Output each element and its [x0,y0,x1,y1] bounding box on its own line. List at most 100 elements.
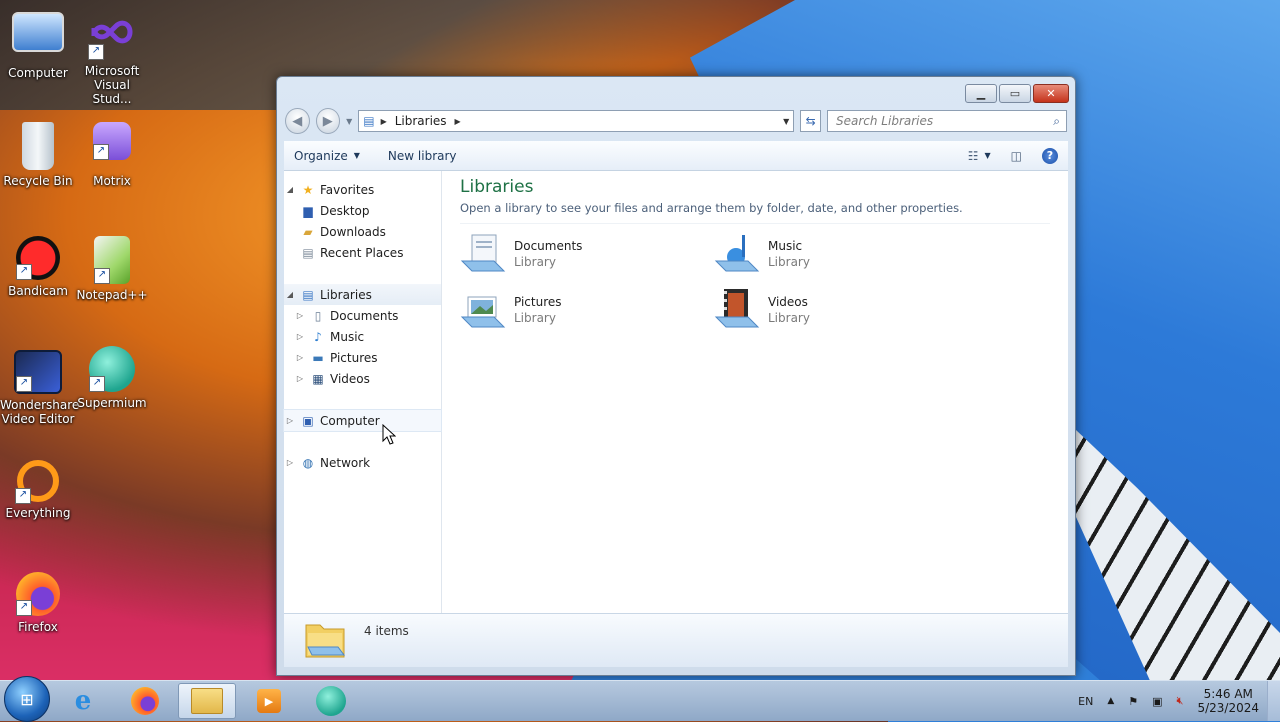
library-grid: Documents Library Music Library Pictures… [460,230,1050,334]
nav-computer[interactable]: ▷ ▣ Computer [283,409,442,432]
desktop-icon-label: Wondershare Video Editor [0,398,80,426]
computer-icon: ▣ [302,413,314,428]
everything-icon: ↗ [15,460,59,504]
clock[interactable]: 5:46 AM 5/23/2024 [1197,687,1259,715]
taskbar-windows-explorer[interactable] [178,683,236,719]
start-button[interactable]: ⊞ [4,676,50,722]
nav-network[interactable]: ▷ ◍ Network [284,452,441,473]
desktop-icon-label: Supermium [77,396,147,410]
address-history-dropdown-icon[interactable]: ▼ [783,117,789,126]
search-icon[interactable]: ⌕ [1053,114,1060,129]
expand-arrow-icon[interactable]: ▷ [284,458,296,467]
breadcrumb-libraries[interactable]: Libraries [395,114,447,128]
motrix-icon: ↗ [93,122,131,160]
nav-favorites-downloads[interactable]: ▰ Downloads [284,221,441,242]
taskbar-media-player[interactable]: ▶ [240,683,298,719]
expand-arrow-icon[interactable]: ▷ [284,416,296,425]
library-name: Documents [514,239,583,253]
show-desktop-button[interactable] [1267,681,1280,721]
nav-libraries-pictures[interactable]: ▷ ▬ Pictures [284,347,441,368]
nav-favorites-desktop[interactable]: ▆ Desktop [284,200,441,221]
network-status-icon[interactable]: ▣ [1152,695,1162,708]
shortcut-arrow-icon: ↗ [16,600,32,616]
libraries-folder-icon: ▤ [363,114,375,128]
forward-button[interactable]: ▶ [315,108,341,134]
nav-item-label: Pictures [330,350,378,365]
recent-pages-dropdown-icon[interactable]: ▼ [346,117,352,126]
breadcrumb-separator-icon[interactable]: ▶ [455,117,461,126]
collapse-arrow-icon[interactable]: ◢ [284,290,296,299]
forward-arrow-icon: ▶ [322,113,333,129]
help-button[interactable]: ? [1042,147,1058,164]
supermium-icon [316,686,346,716]
desktop-icon-label: Firefox [18,620,58,634]
expand-arrow-icon[interactable]: ▷ [294,332,306,341]
library-type: Library [514,311,556,325]
search-input[interactable] [834,113,1054,129]
recycle-bin-icon [22,122,54,170]
clock-time: 5:46 AM [1203,687,1253,701]
nav-libraries-music[interactable]: ▷ ♪ Music [284,326,441,347]
minimize-button[interactable]: ▁ [965,84,997,103]
taskbar-internet-explorer[interactable]: e [54,683,112,719]
action-center-flag-icon[interactable]: ⚑ [1128,695,1138,708]
collapse-arrow-icon[interactable]: ◢ [284,185,296,194]
help-icon: ? [1046,149,1054,162]
organize-button[interactable]: Organize ▼ [294,149,360,163]
library-item-videos[interactable]: Videos Library [714,286,968,334]
close-button[interactable]: ✕ [1033,84,1069,103]
language-indicator[interactable]: EN [1078,695,1093,708]
library-item-music[interactable]: Music Library [714,230,968,278]
explorer-window[interactable]: ▁ ▭ ✕ ◀ ▶ ▼ ▤ ▶ Libraries ▶ ▼ ⇆ ⌕ Organi… [276,76,1076,676]
desktop-icon-bandicam[interactable]: ↗ Bandicam [0,236,76,298]
preview-pane-icon: ◫ [1010,148,1022,163]
address-bar[interactable]: ▤ ▶ Libraries ▶ ▼ [358,110,795,132]
desktop-icon-label: Microsoft Visual Stud... [84,64,140,106]
desktop-icon-computer[interactable]: Computer [0,12,76,80]
main-area: ◢ ★ Favorites ▆ Desktop ▰ Downloads ▤ Re… [283,171,1068,613]
refresh-button[interactable]: ⇆ [800,110,821,132]
taskbar-firefox[interactable] [116,683,174,719]
desktop-icon-everything[interactable]: ↗ Everything [0,460,76,520]
minimize-icon: ▁ [976,87,986,100]
nav-item-label: Documents [330,308,399,323]
desktop-icon-visual-studio[interactable]: ↗ Microsoft Visual Stud... [74,12,150,106]
library-item-documents[interactable]: Documents Library [460,230,714,278]
desktop-icon-notepad-plus-plus[interactable]: ↗ Notepad++ [74,236,150,302]
desktop-icon-firefox[interactable]: ↗ Firefox [0,572,76,634]
desktop-icon-label: Motrix [93,174,131,188]
notepad-plus-plus-icon: ↗ [94,236,130,284]
expand-arrow-icon[interactable]: ▷ [294,353,306,362]
navigation-pane[interactable]: ◢ ★ Favorites ▆ Desktop ▰ Downloads ▤ Re… [283,171,442,613]
expand-arrow-icon[interactable]: ▷ [294,311,306,320]
back-button[interactable]: ◀ [285,108,310,134]
change-view-button[interactable]: ☷ ▼ [968,149,991,163]
desktop-icon-recycle-bin[interactable]: Recycle Bin [0,122,76,188]
nav-favorites-recent-places[interactable]: ▤ Recent Places [284,242,441,263]
nav-libraries-documents[interactable]: ▷ ▯ Documents [284,305,441,326]
desktop-icon-label: Computer [8,66,68,80]
expand-arrow-icon[interactable]: ▷ [294,374,306,383]
library-type: Library [514,255,556,269]
nav-libraries-videos[interactable]: ▷ ▦ Videos [284,368,441,389]
taskbar-supermium[interactable] [302,683,360,719]
music-library-icon [714,231,760,277]
desktop-icon-wondershare[interactable]: ↗ Wondershare Video Editor [0,350,80,426]
nav-favorites[interactable]: ◢ ★ Favorites [284,179,441,200]
maximize-button[interactable]: ▭ [999,84,1031,103]
desktop-icon-motrix[interactable]: ↗ Motrix [74,122,150,188]
nav-favorites-label: Favorites [320,182,375,197]
new-library-button[interactable]: New library [388,149,457,163]
recent-places-icon: ▤ [302,245,314,260]
show-hidden-icons-icon[interactable]: ▲ [1107,696,1114,706]
volume-muted-icon[interactable]: 🔇︎ [1177,694,1184,708]
nav-libraries[interactable]: ◢ ▤ Libraries [284,284,441,305]
preview-pane-button[interactable]: ◫ [1011,149,1022,163]
search-box[interactable]: ⌕ [827,110,1067,132]
music-icon: ♪ [314,329,322,344]
desktop-icon-label: Notepad++ [76,288,148,302]
network-icon: ◍ [302,455,314,470]
desktop-icon-supermium[interactable]: ↗ Supermium [74,346,150,410]
breadcrumb-separator-icon[interactable]: ▶ [381,117,387,126]
library-item-pictures[interactable]: Pictures Library [460,286,714,334]
